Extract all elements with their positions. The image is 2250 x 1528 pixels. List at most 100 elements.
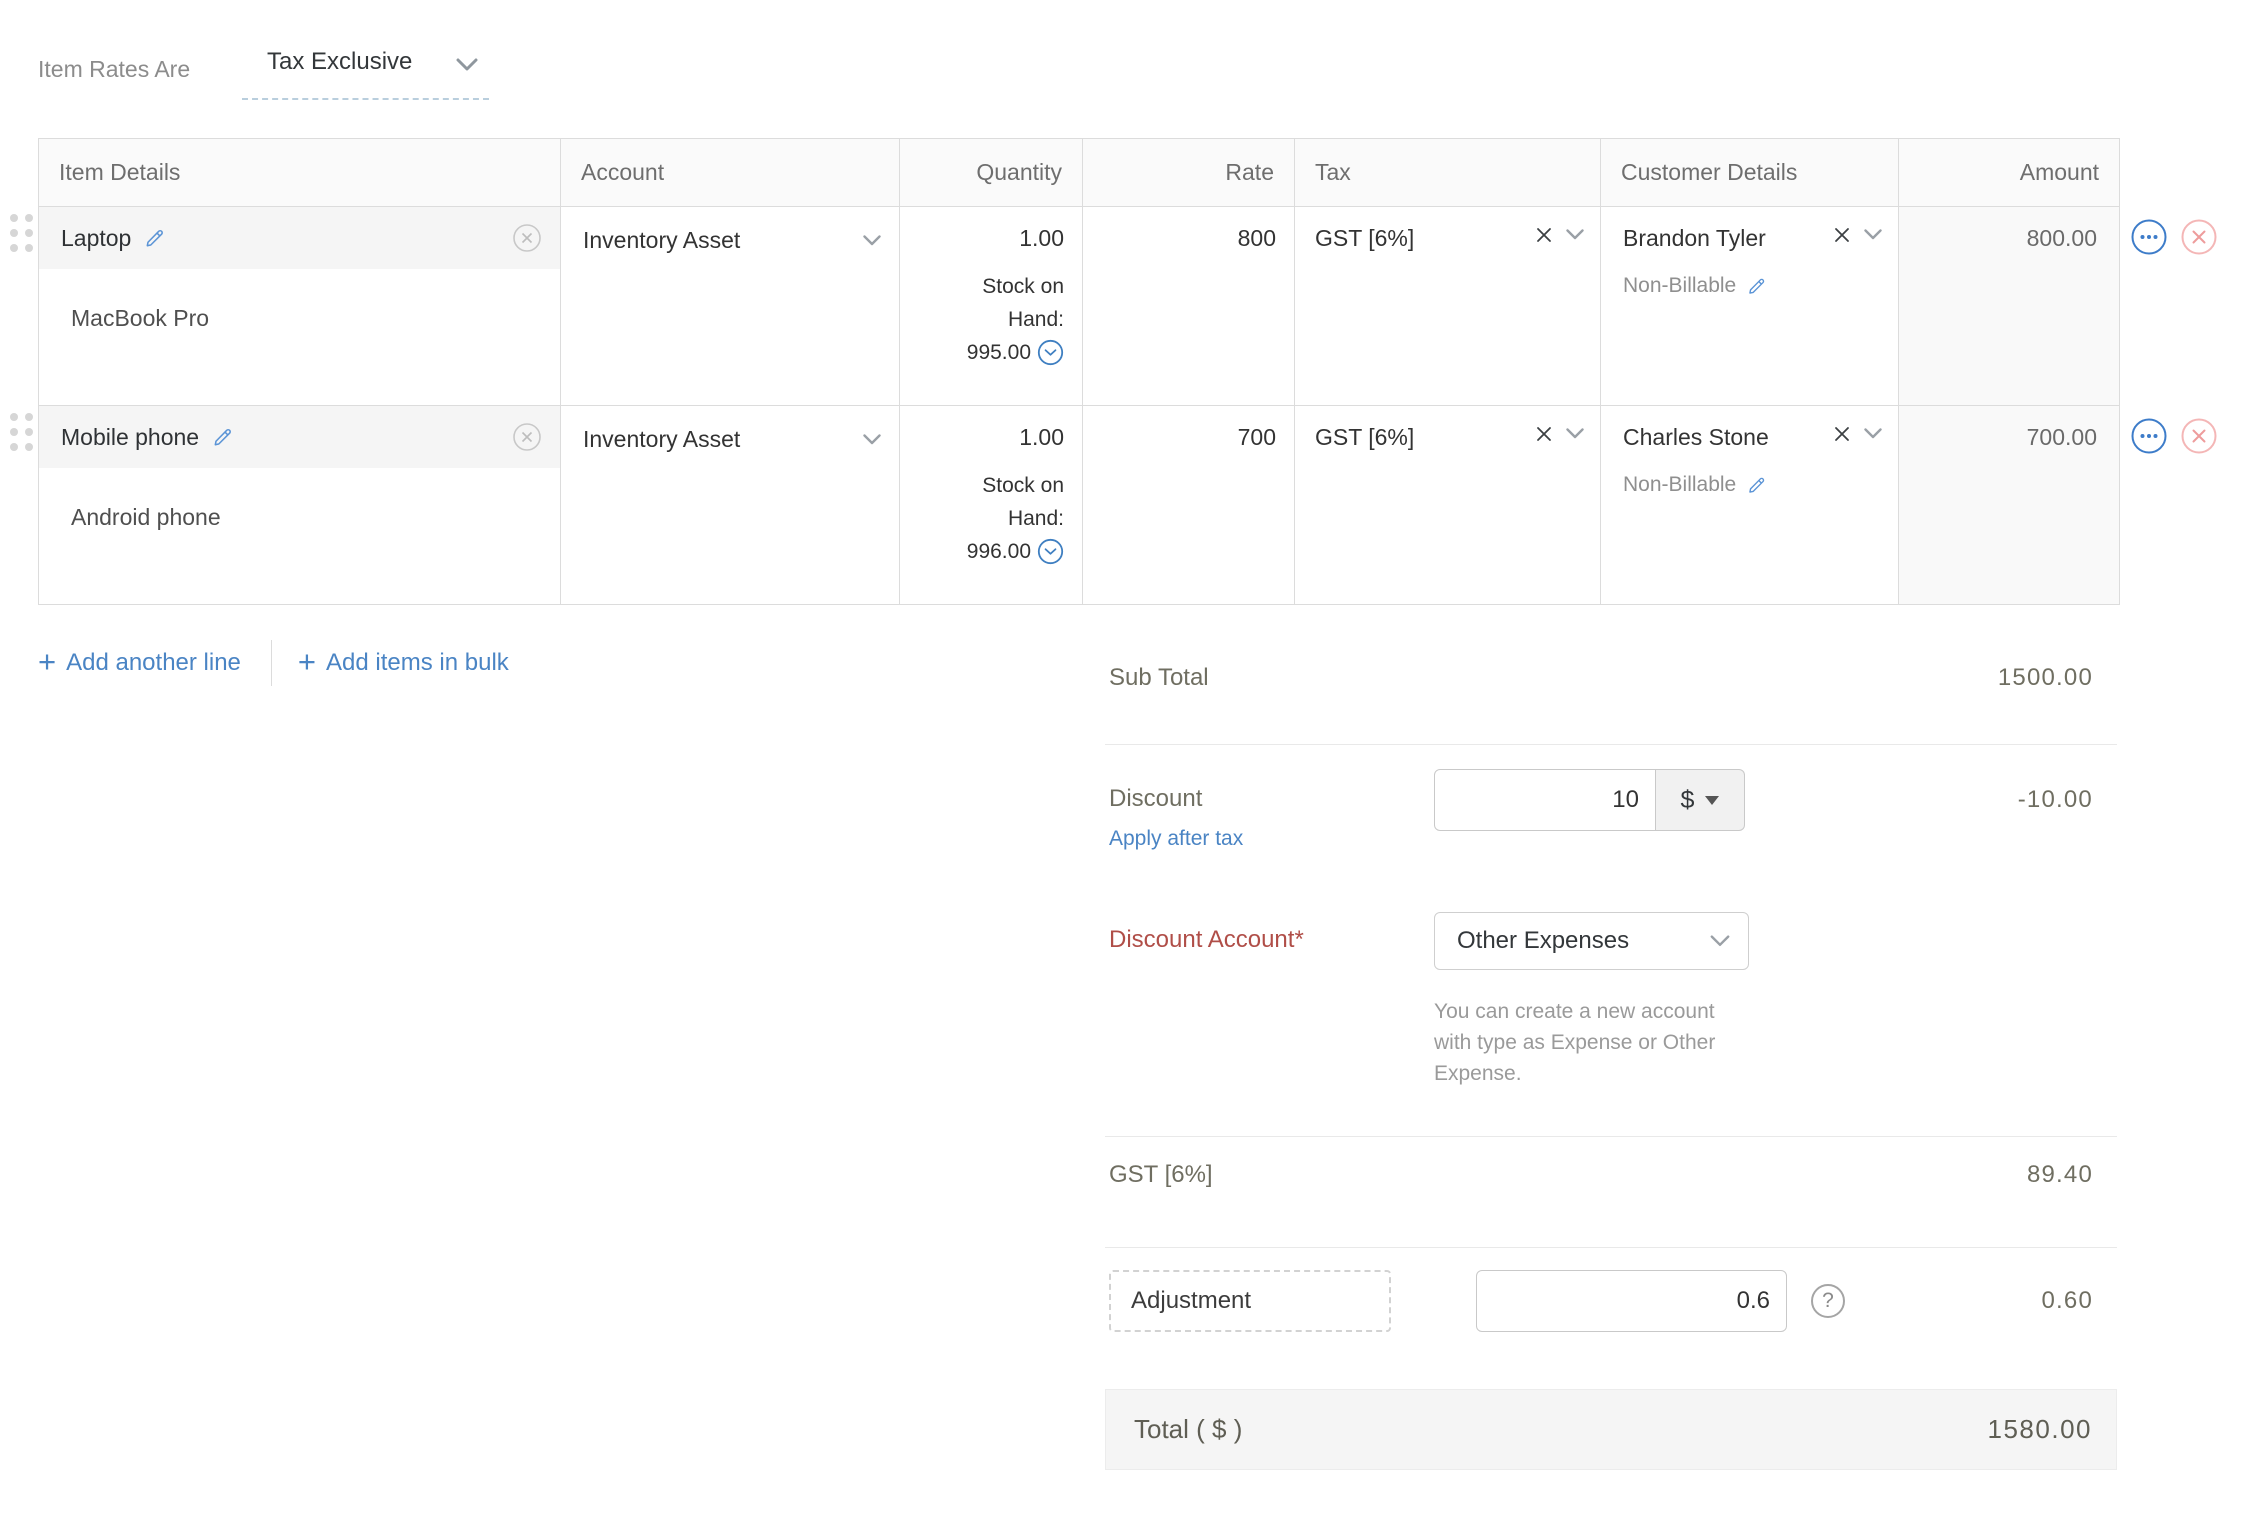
discount-unit-dropdown[interactable]: $ [1656,769,1745,831]
adjustment-input[interactable] [1476,1270,1787,1332]
divider [1105,744,2117,745]
quantity-cell[interactable]: 1.00 Stock on Hand: 995.00 [900,207,1083,406]
edit-pencil-icon[interactable] [143,227,166,250]
chevron-down-icon[interactable] [1864,428,1882,439]
line-items-table: Item Details Account Quantity Rate Tax C… [38,138,2120,605]
remove-tax-icon[interactable] [1536,426,1552,442]
table-actions: + Add another line + Add items in bulk [38,640,509,686]
chevron-down-icon[interactable] [1864,229,1882,240]
adjustment-label-editable[interactable]: Adjustment [1109,1270,1391,1332]
rate-value: 700 [1238,424,1276,450]
billable-status: Non-Billable [1623,274,1882,298]
total-row: Total ( $ ) 1580.00 [1105,1389,2117,1470]
tax-mode-value: Tax Exclusive [267,48,412,76]
total-value: 1580.00 [1988,1414,2092,1445]
row-actions [2130,218,2218,256]
adjustment-row: Adjustment ? 0.60 [1105,1270,2117,1332]
stock-label: Stock on Hand: [982,275,1064,331]
customer-select[interactable]: Charles Stone [1623,424,1882,451]
discount-account-row: Discount Account* Other Expenses You can… [1105,912,2117,1089]
rate-value: 800 [1238,225,1276,251]
item-details-cell: Laptop MacBook Pro [39,207,561,406]
rate-cell[interactable]: 800 [1083,207,1295,406]
divider [1105,1136,2117,1137]
quantity-value: 1.00 [1019,424,1064,450]
apply-after-tax-link[interactable]: Apply after tax [1109,827,1434,851]
account-value: Inventory Asset [583,227,740,254]
clear-item-icon[interactable] [512,422,542,452]
customer-name: Brandon Tyler [1623,225,1766,252]
row-more-options-icon[interactable] [2130,417,2168,455]
remove-customer-icon[interactable] [1834,426,1850,442]
discount-label: Discount [1109,785,1434,813]
stock-dropdown-icon[interactable] [1037,339,1064,366]
discount-account-value: Other Expenses [1457,927,1629,955]
chevron-down-icon [863,235,881,246]
edit-pencil-icon[interactable] [1746,276,1767,297]
stock-on-hand: Stock on Hand: 995.00 [948,270,1064,369]
col-header-amount: Amount [1899,139,2119,207]
item-description[interactable]: MacBook Pro [39,269,560,332]
subtotal-value: 1500.00 [1998,664,2093,692]
account-select[interactable]: Inventory Asset [561,406,900,604]
tax-total-value: 89.40 [2027,1161,2093,1189]
stock-on-hand: Stock on Hand: 996.00 [948,469,1064,568]
discount-unit: $ [1681,786,1695,815]
customer-select[interactable]: Brandon Tyler [1623,225,1882,252]
invoice-line-items-editor: Item Rates Are Tax Exclusive Item Detail… [0,0,2250,1528]
edit-pencil-icon[interactable] [1746,475,1767,496]
divider [1105,1247,2117,1248]
divider [271,640,272,686]
tax-value: GST [6%] [1315,424,1414,451]
col-header-account: Account [561,139,900,207]
row-more-options-icon[interactable] [2130,218,2168,256]
item-name-box[interactable]: Mobile phone [39,406,560,468]
item-name-box[interactable]: Laptop [39,207,560,269]
stock-value: 996.00 [967,540,1031,563]
item-name: Laptop [61,225,131,252]
rate-cell[interactable]: 700 [1083,406,1295,604]
subtotal-row: Sub Total 1500.00 [1105,664,2117,692]
quantity-cell[interactable]: 1.00 Stock on Hand: 996.00 [900,406,1083,604]
customer-cell: Brandon Tyler Non-Billable [1601,207,1899,406]
account-select[interactable]: Inventory Asset [561,207,900,406]
plus-icon: + [38,644,56,680]
row-drag-handle[interactable] [10,413,33,451]
amount-cell: 700.00 [1899,406,2119,604]
tax-select[interactable]: GST [6%] [1295,406,1601,604]
plus-icon: + [298,644,316,680]
discount-account-help-text: You can create a new account with type a… [1434,996,1749,1089]
edit-pencil-icon[interactable] [211,426,234,449]
quantity-value: 1.00 [1019,225,1064,251]
customer-name: Charles Stone [1623,424,1769,451]
delete-row-icon[interactable] [2180,218,2218,256]
discount-amount: -10.00 [2018,769,2093,831]
item-description[interactable]: Android phone [39,468,560,531]
tax-select[interactable]: GST [6%] [1295,207,1601,406]
total-label: Total ( $ ) [1134,1414,1242,1445]
chevron-down-icon[interactable] [1566,428,1584,439]
row-drag-handle[interactable] [10,214,33,252]
add-another-line-button[interactable]: + Add another line [38,647,241,680]
delete-row-icon[interactable] [2180,417,2218,455]
remove-customer-icon[interactable] [1834,227,1850,243]
stock-label: Stock on Hand: [982,474,1064,530]
add-items-in-bulk-button[interactable]: + Add items in bulk [298,647,509,680]
tax-mode-select[interactable]: Tax Exclusive [242,48,489,100]
chevron-down-icon[interactable] [1566,229,1584,240]
remove-tax-icon[interactable] [1536,227,1552,243]
tax-value: GST [6%] [1315,225,1414,252]
discount-input[interactable] [1434,769,1656,831]
stock-value: 995.00 [967,341,1031,364]
discount-account-select[interactable]: Other Expenses [1434,912,1749,970]
customer-cell: Charles Stone Non-Billable [1601,406,1899,604]
totals-summary: Sub Total 1500.00 Discount Apply after t… [1105,640,2117,1470]
adjustment-amount: 0.60 [2041,1270,2093,1332]
stock-dropdown-icon[interactable] [1037,538,1064,565]
help-icon[interactable]: ? [1811,1284,1845,1318]
clear-item-icon[interactable] [512,223,542,253]
col-header-customer-details: Customer Details [1601,139,1899,207]
col-header-tax: Tax [1295,139,1601,207]
col-header-rate: Rate [1083,139,1295,207]
item-name: Mobile phone [61,424,199,451]
